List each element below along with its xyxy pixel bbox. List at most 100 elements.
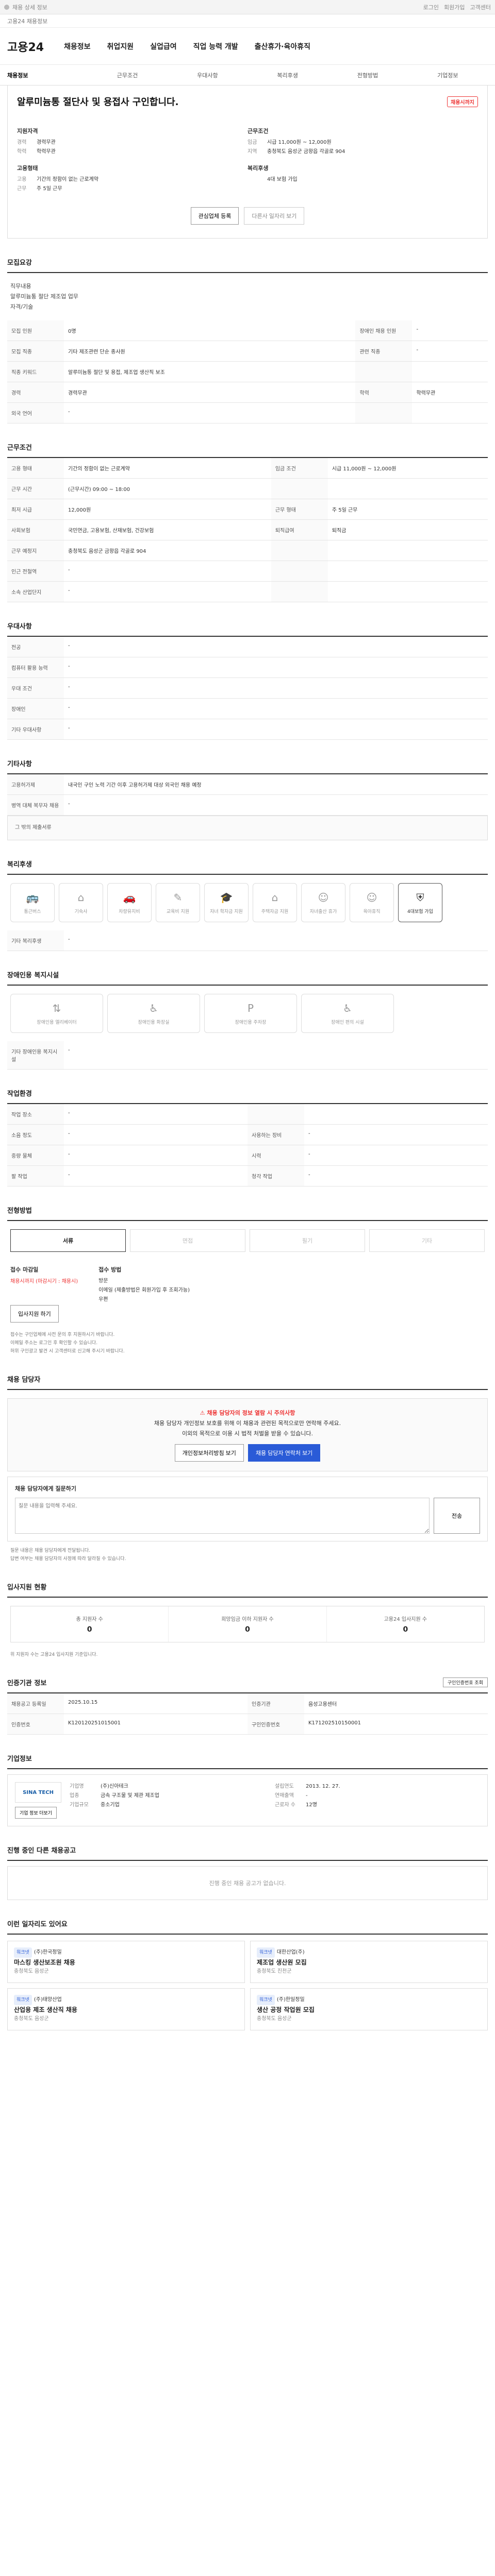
company-card: SINA TECH 기업 정보 더보기 기업명 (주)신아테크 설립연도 2013. … [7,1774,488,1826]
recommend-grid: 워크넷 (주)한국정밀 마스킹 생산보조원 채용 충청북도 음성군 워크넷 대한산업(주)… [7,1941,488,2030]
section-title: 모집요강 [7,257,488,273]
row-key: 사회보험 [7,519,64,540]
rec-badge: 워크넷 [14,1947,32,1958]
menu-jobs[interactable]: 채용정보 [64,41,91,52]
login-link[interactable]: 로그인 [423,3,439,11]
job-summary-card: 알루미늄통 절단사 및 용접사 구인합니다. 채용시까지 지원자격 경력 경력무관… [7,86,488,239]
company-value: 2013. 12. 27. [306,1784,340,1789]
step-written: 필기 [250,1229,365,1252]
benefit-grid: 🚌 통근버스 ⌂ 기숙사 🚗 차량유지비 ✎ 교육비 지원 🎓 자녀 학자금 지원 ⌂ 주택… [7,875,488,930]
top-links: 로그인 회원가입 고객센터 [423,3,491,11]
row-key [271,478,328,499]
disabled-toilet: ♿ 장애인용 화장실 [107,994,200,1033]
benefit-birth: ☺ 자녀출산 휴가 [301,883,345,922]
row-key [271,581,328,602]
row-key: 소속 산업단지 [7,581,64,602]
row-value: - [304,1165,488,1187]
tab-preference[interactable]: 우대사항 [168,71,248,79]
deadline-block: 접수 마감일 채용시까지 (마감시기 : 채용시) 입사지원 하기 [10,1265,78,1323]
benefit-heading: 복리후생 [248,165,269,172]
row-value: - [64,581,271,602]
recommend-card[interactable]: 워크넷 (주)한국정밀 마스킹 생산보조원 채용 충청북도 음성군 [7,1941,245,1983]
tab-company[interactable]: 기업정보 [408,71,488,79]
row-key: 컴퓨터 활용 능력 [7,657,64,678]
step-document: 서류 [10,1229,126,1252]
stat-wage: 희망임금 이하 지원자 수 0 [169,1606,327,1642]
deadline-heading: 접수 마감일 [10,1266,39,1273]
row-value [304,1104,488,1125]
section-title: 이런 일자리도 있어요 [7,1919,488,1935]
menu-support[interactable]: 취업지원 [107,41,134,52]
row-value: 퇴직금 [327,519,488,540]
disabled-parking: P 장애인용 주차장 [204,994,297,1033]
rec-location: 충청북도 음성군 [14,2016,49,2022]
row-value: - [64,719,488,740]
warning-line: 채용 담당자 개인정보 보호를 위해 이 채용과 관련된 목적으로만 연락해 주… [154,1420,341,1427]
apply-button[interactable]: 입사지원 하기 [10,1305,59,1323]
stat-total: 총 지원자 수 0 [11,1606,169,1642]
row-value: 음성고용센터 [304,1693,488,1714]
menu-training[interactable]: 직업 능력 개발 [193,41,238,52]
car-icon: 🚗 [123,891,136,904]
place-table: 작업 장소 - 소음 정도 - 사용하는 장비 - 중량 물체 - 시력 - 팔 작업 - 청각 작업 - [7,1104,488,1187]
work-row: 최저 시급 12,000원 근무 형태 주 5일 근무 [7,499,488,520]
company-key: 연매출액 [275,1793,294,1799]
method-list: 방문 이메일 (제출방법은 회원가입 후 조회가능) 우편 [98,1277,190,1304]
support-link[interactable]: 고객센터 [470,3,491,11]
menu-benefit[interactable]: 실업급여 [150,41,177,52]
privacy-policy-button[interactable]: 개인정보처리방침 보기 [174,1444,244,1462]
signup-link[interactable]: 회원가입 [444,3,465,11]
tab-benefit[interactable]: 복리후생 [248,71,327,79]
benefit-childcare: ☺ 육아휴직 [350,883,394,922]
company-more-button[interactable]: 기업 정보 더보기 [15,1807,57,1819]
benefit-label: 자녀출산 휴가 [309,909,337,914]
row-key: 학력 [355,382,412,403]
recommend-card[interactable]: 워크넷 (주)한일정밀 생산 공정 작업원 모집 충청북도 음성군 [250,1988,488,2030]
stat-online: 고용24 입사지원 수 0 [327,1606,484,1642]
row-key: 인증번호 [7,1714,64,1735]
favorite-company-button[interactable]: 관심업체 등록 [190,207,239,225]
company-logo: SINA TECH [15,1782,61,1803]
tab-condition[interactable]: 근무조건 [87,71,167,79]
rec-title: 생산 공정 작업원 모집 [257,2006,315,2013]
child-icon: ☺ [366,891,377,904]
recruit-row: 모집 직종 기타 제조관련 단순 종사원 관련 직종 - [7,341,488,362]
benefit-house: ⌂ 주택자금 지원 [253,883,297,922]
company-value: - [306,1793,308,1799]
tab-process[interactable]: 전형방법 [327,71,407,79]
tab-recruit[interactable]: 채용정보 [7,71,87,79]
row-key: 팔 작업 [7,1165,64,1187]
qna-input[interactable] [15,1498,430,1534]
benefit-label: 자녀 학자금 지원 [210,909,243,914]
view-contact-button[interactable]: 채용 담당자 연락처 보기 [248,1444,321,1462]
rec-badge: 워크넷 [257,1947,275,1958]
row-value: - [64,677,488,699]
other-jobs-button[interactable]: 다른사 일자리 보기 [244,207,305,225]
qna-box: 채용 담당자에게 질문하기 전송 [7,1477,488,1541]
info-text: 고용24 채용정보 [7,18,48,25]
benefit-edu: ✎ 교육비 지원 [156,883,200,922]
row-value: K120120251015001 [64,1714,248,1735]
disabled-section: 장애인용 복지시설 ⇅ 장애인용 엘리베이터 ♿ 장애인용 화장실 P 장애인용 주차… [7,970,488,1070]
recommend-card[interactable]: 워크넷 (주)태양산업 산업용 제조 생산직 채용 충청북도 음성군 [7,1988,245,2030]
method-item: 이메일 (제출방법은 회원가입 후 조회가능) [98,1287,190,1293]
row-key: 인증기관 [248,1693,304,1714]
favicon-icon [4,4,9,10]
site-logo[interactable]: 고용24 [7,38,54,55]
warning-title: 채용 담당자의 정보 열람 시 주의사항 [207,1410,295,1416]
menu-leave[interactable]: 출산휴가·육아휴직 [255,41,310,52]
qna-send-button[interactable]: 전송 [434,1498,480,1534]
benefit-label: 교육비 지원 [166,909,190,914]
row-value: - [64,1165,248,1187]
work-row: 인근 전철역 - [7,561,488,582]
summary-buttons: 관심업체 등록 다른사 일자리 보기 [17,207,478,225]
logo-text: 고용24 [7,41,44,54]
cert-lookup-button[interactable]: 구인인증번호 조회 [442,1677,488,1687]
company-value: 12명 [306,1802,317,1808]
method-item: 우편 [98,1297,108,1302]
company-row: 기업규모 중소기업 근로자 수 12명 [70,1801,480,1810]
row-value: 국민연금, 고용보험, 산재보험, 건강보험 [64,519,271,540]
benefit-label: 기숙사 [74,909,88,914]
row-value: 2025.10.15 [64,1693,248,1714]
recommend-card[interactable]: 워크넷 대한산업(주) 제조업 생산원 모집 충청북도 진천군 [250,1941,488,1983]
